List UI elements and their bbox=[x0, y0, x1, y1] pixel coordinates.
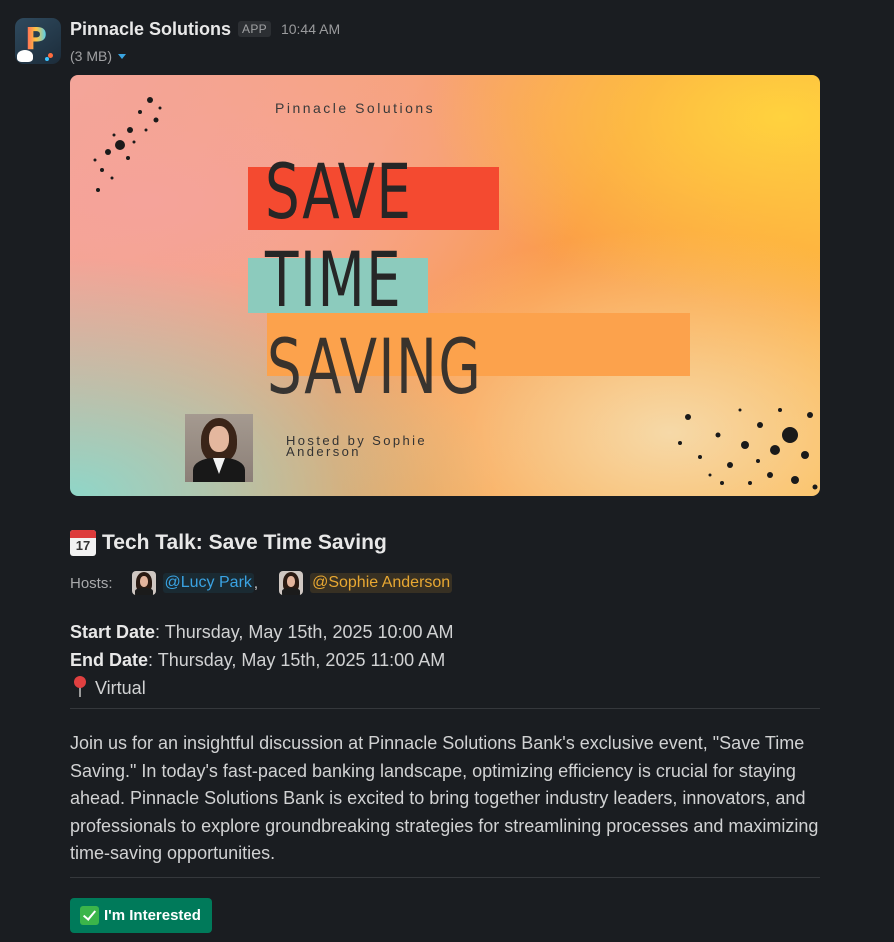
pin-icon bbox=[70, 675, 90, 697]
host-separator: , bbox=[253, 574, 259, 592]
banner-word-time: TIME bbox=[265, 235, 403, 324]
banner-hosted-by: Hosted by Sophie Anderson bbox=[286, 433, 428, 459]
app-badge: APP bbox=[238, 21, 271, 37]
hosts-row: Hosts: @Lucy Park , @Sophie Anderson bbox=[70, 571, 453, 595]
banner-word-save: SAVE bbox=[265, 147, 413, 236]
interested-button-label: I'm Interested bbox=[104, 907, 201, 924]
event-title: Tech Talk: Save Time Saving bbox=[102, 531, 387, 554]
caret-down-icon bbox=[118, 53, 126, 59]
check-mark-icon bbox=[80, 906, 99, 925]
timestamp[interactable]: 10:44 AM bbox=[281, 21, 340, 37]
location-value: Virtual bbox=[95, 678, 146, 698]
host-mention-sophie[interactable]: @Sophie Anderson bbox=[310, 573, 453, 593]
event-title-row: 17 Tech Talk: Save Time Saving bbox=[70, 530, 387, 556]
start-date-label: Start Date bbox=[70, 622, 156, 642]
end-date-line: End Date: Thursday, May 15th, 2025 11:00… bbox=[70, 646, 454, 674]
hosts-label: Hosts: bbox=[70, 574, 113, 592]
ink-splatter-bottom-right bbox=[678, 408, 818, 490]
location-line: Virtual bbox=[70, 674, 454, 702]
message-header: Pinnacle Solutions APP 10:44 AM bbox=[70, 17, 340, 41]
ink-splatter-top-left bbox=[93, 97, 162, 192]
banner-word-saving: SAVING bbox=[267, 322, 483, 411]
banner-company-name: Pinnacle Solutions bbox=[275, 100, 436, 116]
sender-name[interactable]: Pinnacle Solutions bbox=[70, 19, 231, 40]
end-date-value: : Thursday, May 15th, 2025 11:00 AM bbox=[148, 650, 446, 670]
file-size: (3 MB) bbox=[70, 48, 112, 64]
end-date-label: End Date bbox=[70, 650, 149, 670]
host-mention-lucy[interactable]: @Lucy Park bbox=[162, 573, 254, 593]
app-avatar[interactable]: P bbox=[15, 18, 61, 64]
event-banner-image[interactable]: Pinnacle Solutions SAVE TIME SAVING Host… bbox=[70, 75, 820, 496]
start-date-value: : Thursday, May 15th, 2025 10:00 AM bbox=[155, 622, 454, 642]
host-avatar-lucy[interactable] bbox=[131, 571, 156, 595]
event-details: Start Date: Thursday, May 15th, 2025 10:… bbox=[70, 618, 454, 702]
interested-button[interactable]: I'm Interested bbox=[70, 898, 212, 933]
host-avatar-sophie[interactable] bbox=[279, 571, 304, 595]
calendar-icon: 17 bbox=[70, 530, 96, 556]
host-photo bbox=[185, 414, 253, 482]
file-size-toggle[interactable]: (3 MB) bbox=[70, 48, 126, 64]
divider-top bbox=[70, 708, 820, 709]
start-date-line: Start Date: Thursday, May 15th, 2025 10:… bbox=[70, 618, 454, 646]
message: P Pinnacle Solutions APP 10:44 AM (3 MB) bbox=[0, 0, 894, 942]
event-description: Join us for an insightful discussion at … bbox=[70, 733, 819, 863]
divider-bottom bbox=[70, 877, 820, 878]
